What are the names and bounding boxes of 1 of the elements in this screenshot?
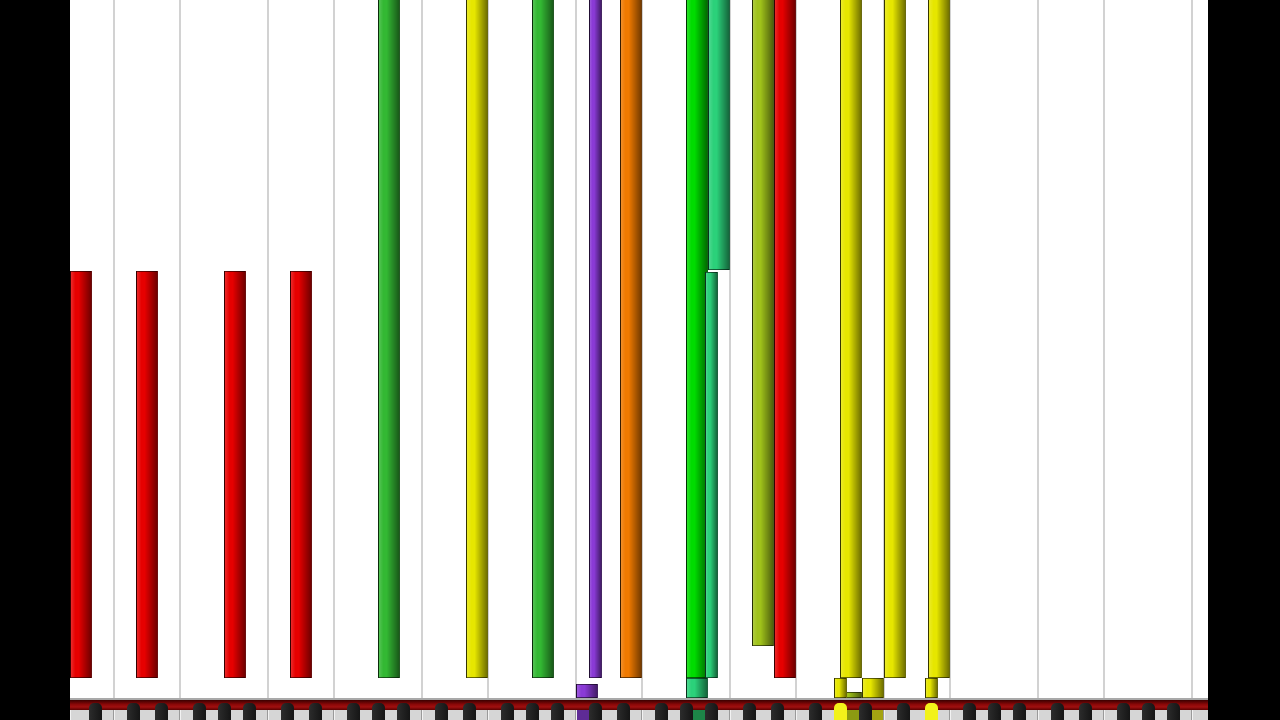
piano-key bbox=[1192, 710, 1208, 720]
